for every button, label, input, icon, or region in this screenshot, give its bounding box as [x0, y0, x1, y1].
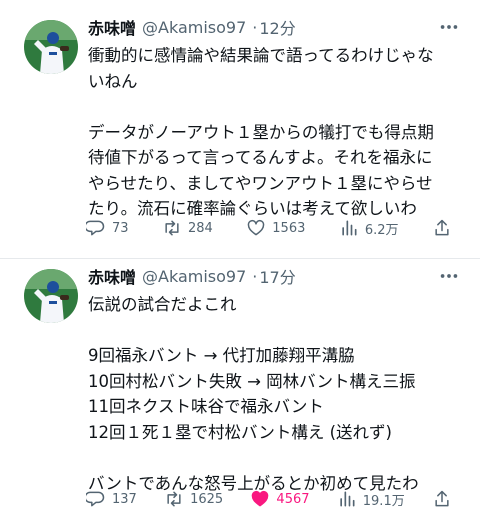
more-dots-icon[interactable] [438, 265, 460, 287]
like-button[interactable]: 4567 [250, 489, 310, 509]
avatar-image [24, 20, 78, 74]
text-line: いねん [88, 71, 138, 91]
view-count: 19.1万 [362, 493, 405, 509]
share-button[interactable] [432, 489, 458, 509]
tweet-2[interactable]: 赤味噌 @Akamiso97 · 17分 伝説の試合だよこれ 9回福永バント →… [0, 259, 480, 529]
tweet-1[interactable]: 赤味噌 @Akamiso97 · 12分 衝動的に感情論や結果論で語ってるわけじ… [0, 0, 480, 258]
text-line: 衝動的に感情論や結果論で語ってるわけじゃな [88, 46, 434, 65]
reply-count: 73 [112, 220, 129, 236]
more-dots-icon[interactable] [438, 16, 460, 38]
author-handle[interactable]: @Akamiso97 [142, 18, 246, 37]
views-button[interactable]: 6.2万 [339, 218, 399, 238]
author-handle[interactable]: @Akamiso97 [142, 267, 246, 286]
author-name[interactable]: 赤味噌 [88, 264, 136, 288]
tweet-text: 衝動的に感情論や結果論で語ってるわけじゃな いねん データがノーアウト１塁からの… [88, 43, 466, 222]
text-line [88, 445, 466, 471]
text-line: 11回ネクスト味谷で福永バント [88, 397, 324, 416]
avatar-image [24, 269, 78, 323]
tweet-header: 赤味噌 @Akamiso97 · 17分 [88, 263, 466, 289]
heart-icon [252, 490, 269, 507]
speech-bubble-icon [86, 220, 105, 236]
tweet-time[interactable]: 12分 [259, 15, 295, 39]
retweet-icon [167, 491, 181, 507]
reply-count: 137 [112, 491, 137, 507]
share-icon [435, 219, 449, 236]
like-count: 1563 [272, 220, 306, 236]
text-line [88, 318, 466, 344]
separator-dot: · [252, 266, 258, 286]
reply-button[interactable]: 73 [86, 218, 129, 238]
share-icon [435, 490, 449, 507]
views-button[interactable]: 19.1万 [337, 489, 405, 509]
action-bar: 73 284 1563 6.2万 [86, 218, 458, 238]
view-count: 6.2万 [364, 222, 399, 238]
text-line: 10回村松バント失敗 → 岡林バント構え三振 [88, 371, 416, 391]
like-button[interactable]: 1563 [246, 218, 305, 238]
heart-icon [248, 219, 265, 236]
text-line: やらせたり、ましてやワンアウト１塁にやらせ [88, 173, 433, 193]
share-button[interactable] [432, 218, 458, 238]
separator-dot: · [252, 17, 258, 37]
retweet-button[interactable]: 284 [162, 218, 213, 238]
retweet-button[interactable]: 1625 [164, 489, 223, 509]
bar-chart-icon [342, 220, 357, 236]
retweet-icon [165, 220, 179, 236]
text-line: 12回１死１塁で村松バント構え (送れず) [88, 422, 392, 442]
like-count: 4567 [276, 491, 310, 507]
action-bar: 137 1625 4567 19.1万 [86, 489, 458, 509]
speech-bubble-icon [86, 491, 105, 507]
retweet-count: 1625 [190, 491, 224, 507]
author-name[interactable]: 赤味噌 [88, 15, 136, 39]
tweet-header: 赤味噌 @Akamiso97 · 12分 [88, 14, 466, 40]
tweet-text: 伝説の試合だよこれ 9回福永バント → 代打加藤翔平溝脇 10回村松バント失敗 … [88, 292, 466, 496]
avatar[interactable] [24, 20, 78, 74]
text-line: 待値下がるって言ってるんすよ。それを福永に [88, 148, 433, 167]
avatar[interactable] [24, 269, 78, 323]
tweet-time[interactable]: 17分 [259, 264, 295, 288]
reply-button[interactable]: 137 [86, 489, 137, 509]
text-line: 伝説の試合だよこれ [88, 295, 237, 314]
retweet-count: 284 [188, 220, 213, 236]
text-line: データがノーアウト１塁からの犠打でも得点期 [88, 122, 434, 142]
bar-chart-icon [340, 491, 355, 507]
text-line: 9回福永バント → 代打加藤翔平溝脇 [88, 346, 355, 365]
text-line [88, 94, 466, 120]
